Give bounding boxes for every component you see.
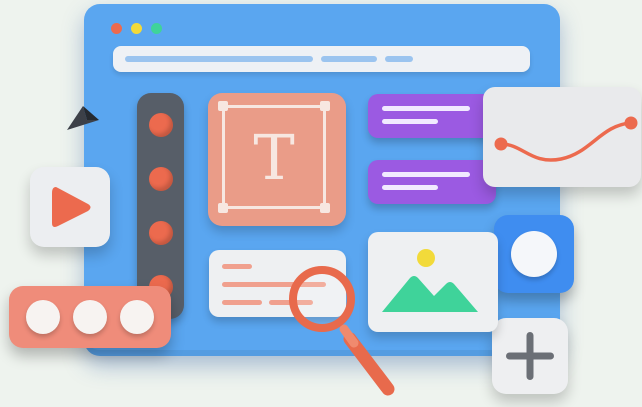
more-options-card[interactable] <box>9 286 171 348</box>
list-line <box>382 106 470 111</box>
shape-button[interactable] <box>494 215 574 293</box>
list-line <box>382 119 438 124</box>
text-tool-icon: T <box>253 120 295 194</box>
list-item-card-1[interactable] <box>368 94 496 138</box>
text-tool-card[interactable]: T <box>208 93 346 226</box>
option-dot-1[interactable] <box>26 300 60 334</box>
text-bounding-box: T <box>222 105 326 209</box>
option-dot-2[interactable] <box>73 300 107 334</box>
curve-graph-icon <box>494 116 638 162</box>
list-item-card-2[interactable] <box>368 160 496 204</box>
resize-handle-bl[interactable] <box>218 203 228 213</box>
sidebar-item-1[interactable] <box>149 113 173 137</box>
window-maximize-dot[interactable] <box>151 23 162 34</box>
resize-handle-tl[interactable] <box>218 101 228 111</box>
resize-handle-br[interactable] <box>320 203 330 213</box>
caption-line <box>222 264 252 269</box>
address-line-1 <box>125 56 313 62</box>
list-line <box>382 185 438 190</box>
play-button[interactable] <box>30 167 110 247</box>
caption-line <box>222 300 262 305</box>
sidebar-item-3[interactable] <box>149 221 173 245</box>
address-bar[interactable] <box>113 46 530 72</box>
cursor-arrow-icon <box>63 98 103 140</box>
window-minimize-dot[interactable] <box>131 23 142 34</box>
graph-card[interactable] <box>483 87 641 187</box>
sidebar-item-2[interactable] <box>149 167 173 191</box>
window-close-dot[interactable] <box>111 23 122 34</box>
circle-icon <box>511 231 557 277</box>
address-line-2 <box>321 56 377 62</box>
add-button[interactable] <box>492 318 568 394</box>
play-icon <box>52 187 91 227</box>
option-dot-3[interactable] <box>120 300 154 334</box>
address-line-3 <box>385 56 413 62</box>
resize-handle-tr[interactable] <box>320 101 330 111</box>
plus-icon <box>506 332 554 380</box>
list-line <box>382 172 470 177</box>
magnifier-icon[interactable] <box>282 263 402 407</box>
